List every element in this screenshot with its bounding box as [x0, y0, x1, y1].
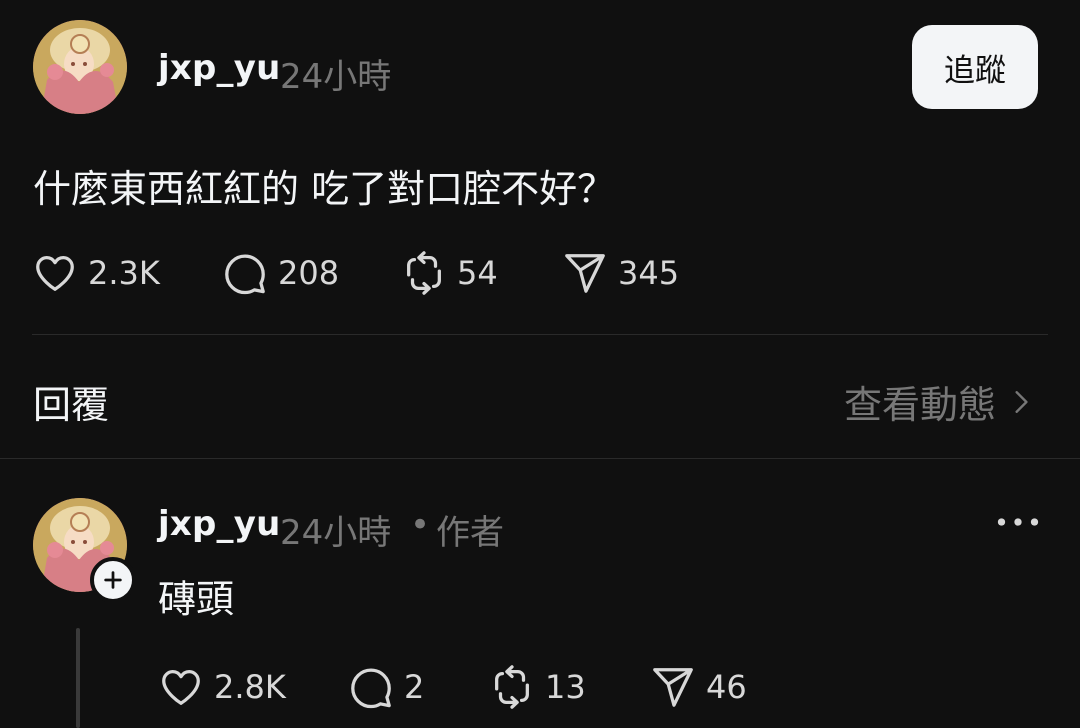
- comment-bubble-icon: [225, 254, 265, 295]
- thread-line: [76, 628, 80, 728]
- repost-icon: [407, 251, 441, 295]
- post-share-count: 345: [618, 254, 680, 292]
- post-repost-count: 54: [457, 254, 498, 292]
- post-time: 24小時: [280, 57, 392, 97]
- avatar-illustration: [33, 20, 127, 114]
- post-repost-button[interactable]: 54: [401, 250, 498, 296]
- post-author-avatar[interactable]: [33, 20, 127, 114]
- reply-like-count: 2.8K: [214, 668, 286, 706]
- reply-username[interactable]: jxp_yu: [158, 504, 281, 544]
- post-body: 什麼東西紅紅的 吃了對口腔不好？: [33, 167, 616, 211]
- repost-icon: [495, 665, 529, 709]
- heart-icon: [36, 256, 74, 291]
- chevron-right-icon: [1015, 390, 1028, 413]
- comment-bubble-icon: [351, 668, 391, 709]
- thread-page: jxp_yu 24小時 追蹤 什麼東西紅紅的 吃了對口腔不好？ 2.3K 208…: [0, 0, 1080, 728]
- reply-meta-separator: •: [410, 505, 431, 545]
- follow-button[interactable]: 追蹤: [912, 25, 1038, 109]
- follow-plus-badge[interactable]: [90, 557, 136, 603]
- reply-time: 24小時: [280, 513, 392, 553]
- post-comment-count: 208: [278, 254, 340, 292]
- reply-body: 磚頭: [158, 577, 235, 621]
- view-activity-label: 查看動態: [843, 383, 996, 427]
- reply-share-count: 46: [706, 668, 747, 706]
- reply-like-button[interactable]: 2.8K: [158, 664, 286, 710]
- stats-divider: [32, 334, 1048, 335]
- more-options-button[interactable]: [994, 506, 1042, 538]
- reply-comment-count: 2: [404, 668, 425, 706]
- reply-repost-count: 13: [545, 668, 586, 706]
- send-icon: [565, 254, 605, 293]
- reply-share-button[interactable]: 46: [650, 664, 747, 710]
- plus-icon: [104, 571, 122, 589]
- reply-comment-button[interactable]: 2: [348, 664, 424, 710]
- post-share-button[interactable]: 345: [562, 250, 679, 296]
- heart-icon: [162, 670, 200, 705]
- author-tag: 作者: [436, 513, 504, 553]
- replies-divider: [0, 458, 1080, 459]
- replies-heading: 回覆: [33, 383, 110, 427]
- more-dots-icon: [997, 518, 1039, 526]
- view-activity-link[interactable]: 查看動態: [844, 374, 1034, 429]
- post-comment-button[interactable]: 208: [222, 250, 339, 296]
- post-like-button[interactable]: 2.3K: [32, 250, 160, 296]
- reply-repost-button[interactable]: 13: [489, 664, 586, 710]
- send-icon: [653, 668, 693, 707]
- post-username[interactable]: jxp_yu: [158, 48, 281, 88]
- post-like-count: 2.3K: [88, 254, 160, 292]
